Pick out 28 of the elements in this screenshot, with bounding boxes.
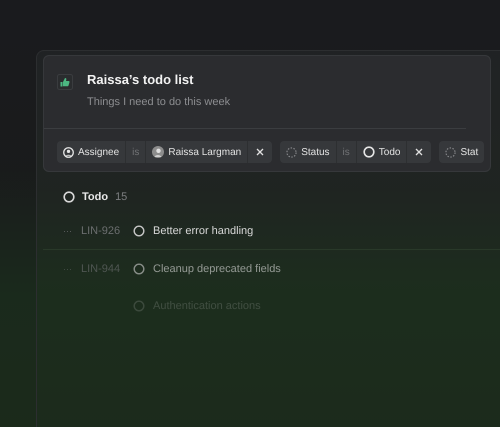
dashed-circle-icon (286, 146, 298, 158)
todo-circle-icon (63, 191, 75, 203)
dashed-circle-icon (445, 146, 456, 158)
todo-circle-icon (362, 146, 375, 158)
filter-field: Assignee (78, 146, 120, 158)
todo-circle-icon (133, 224, 145, 236)
issue-id: LIN-926 (81, 224, 122, 236)
filter-value: Raissa Largman (168, 146, 242, 158)
filter-chip[interactable]: Assignee is Raissa Largman (57, 141, 272, 163)
thumbs-up-icon[interactable] (57, 74, 73, 90)
close-icon (415, 148, 424, 156)
issue-title[interactable]: Better error handling (153, 224, 254, 236)
todo-circle-icon (133, 262, 145, 274)
group-label: Todo (82, 191, 108, 203)
close-icon (256, 148, 264, 156)
filter-field: Stat (460, 146, 478, 158)
view-title: Raissa’s todo list (87, 72, 194, 87)
avatar-icon (152, 146, 164, 158)
filter-chip[interactable]: Status is Todo (280, 141, 432, 163)
todo-circle-icon (133, 300, 145, 312)
filter-chip[interactable]: Stat (439, 141, 484, 163)
filter-value: Todo (378, 146, 400, 158)
issue-menu[interactable]: ··· (63, 226, 81, 236)
view-description: Things I need to do this week (87, 96, 230, 108)
issue-title[interactable]: Cleanup deprecated fields (153, 262, 281, 274)
group-count: 15 (115, 191, 128, 203)
filter-field: Status (301, 146, 330, 158)
user-icon (63, 146, 74, 158)
